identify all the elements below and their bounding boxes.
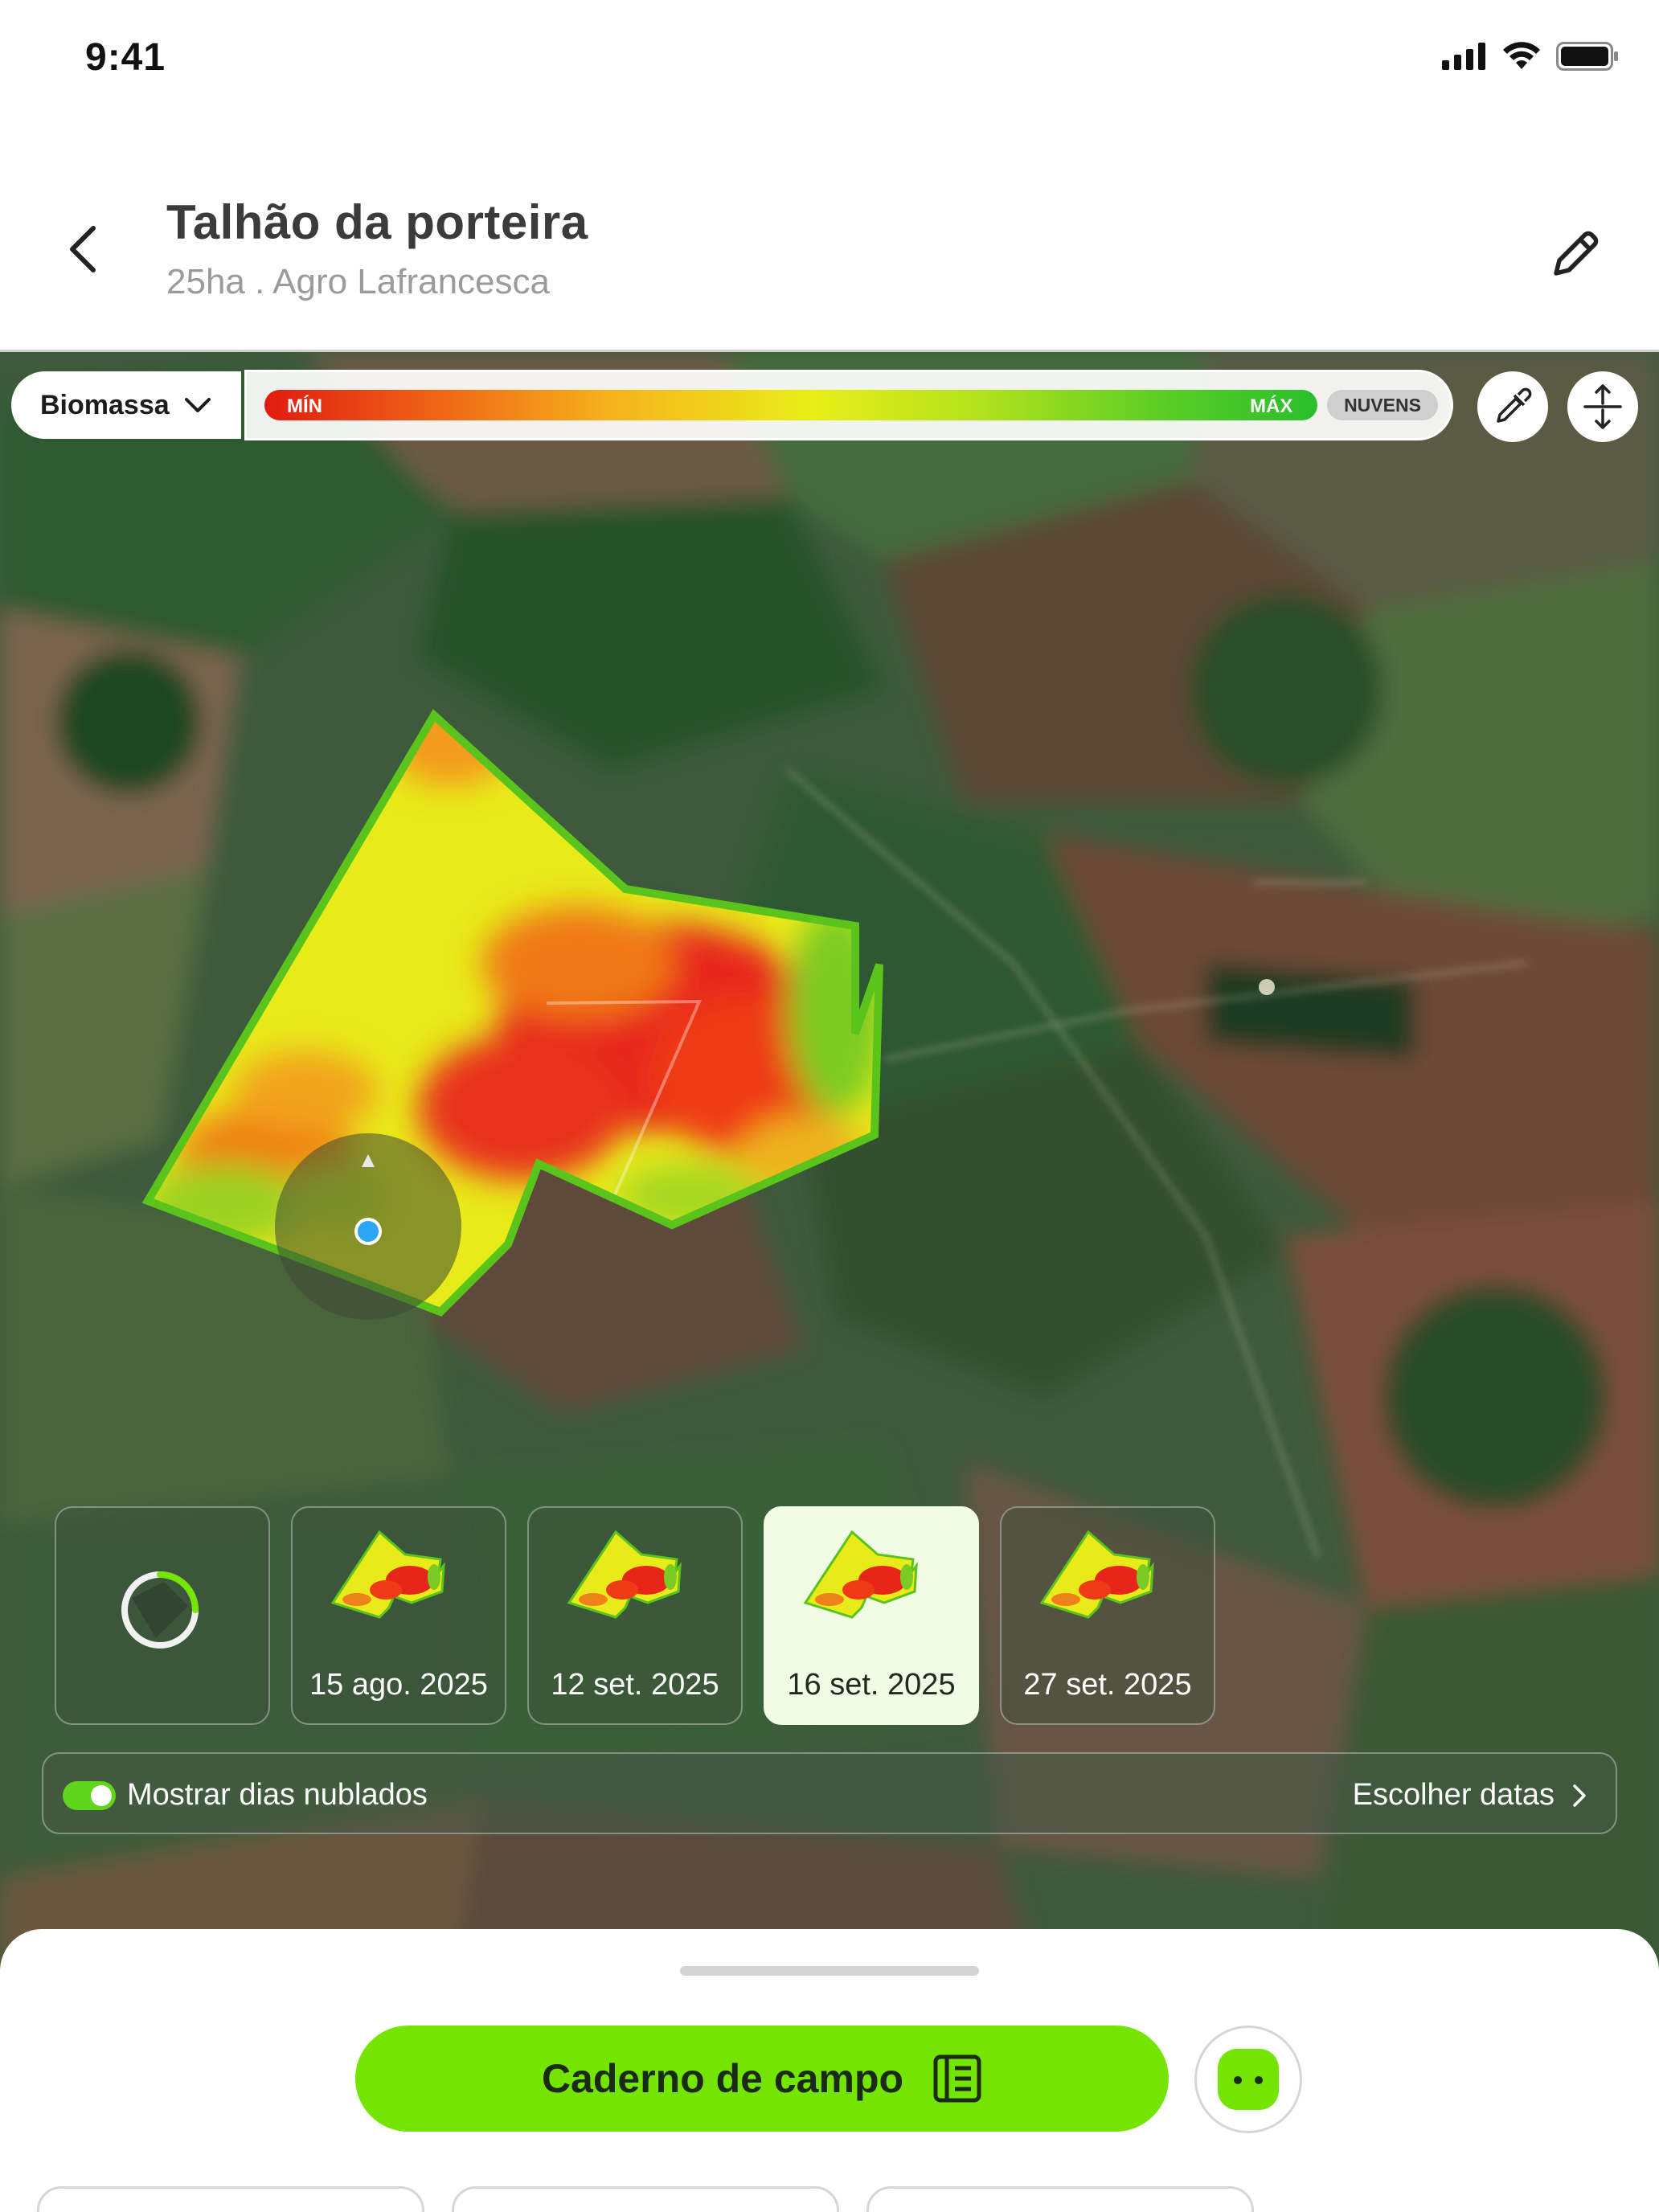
date-card-loading[interactable]	[55, 1506, 270, 1725]
chevron-down-icon	[184, 398, 211, 412]
assistant-bot-icon	[1218, 2049, 1279, 2110]
date-label: 16 set. 2025	[787, 1668, 956, 1702]
eyedropper-icon	[1497, 387, 1532, 423]
date-label: 15 ago. 2025	[309, 1668, 488, 1702]
notebook-icon	[933, 2054, 981, 2103]
cloudy-days-bar: Mostrar dias nublados Escolher datas	[42, 1752, 1617, 1834]
status-time: 9:41	[85, 36, 166, 79]
date-card[interactable]: 12 set. 2025	[527, 1506, 743, 1725]
cloudy-days-label: Mostrar dias nublados	[127, 1778, 428, 1812]
user-location-marker	[275, 1133, 461, 1320]
field-notebook-button[interactable]: Caderno de campo	[355, 2026, 1169, 2132]
cellular-signal-icon	[1442, 43, 1485, 70]
bottom-sheet: Caderno de campo	[0, 1929, 1659, 2212]
pencil-icon	[1554, 231, 1599, 276]
legend-min-label: MÍN	[287, 395, 322, 417]
loading-spinner-icon	[121, 1571, 199, 1649]
choose-dates-label: Escolher datas	[1352, 1778, 1555, 1812]
field-biomass-overlay[interactable]	[0, 352, 1659, 1992]
date-card[interactable]: 27 set. 2025	[1000, 1506, 1215, 1725]
status-bar: 9:41	[0, 0, 1659, 121]
assistant-button[interactable]	[1194, 2026, 1302, 2133]
date-carousel: 15 ago. 2025 12 set. 2025 16 set. 2025 2…	[55, 1506, 1215, 1725]
edit-button[interactable]	[1540, 217, 1612, 289]
field-thumbnail-icon	[1039, 1530, 1154, 1619]
page-header: Talhão da porteira 25ha . Agro Lafrances…	[0, 121, 1659, 352]
field-thumbnail-icon	[567, 1530, 682, 1619]
legend-clouds-badge: NUVENS	[1327, 390, 1438, 420]
chevron-right-icon	[1573, 1784, 1586, 1807]
sheet-card[interactable]	[452, 2186, 839, 2212]
choose-dates-link[interactable]: Escolher datas	[1353, 1778, 1587, 1813]
back-button[interactable]	[56, 217, 108, 281]
page-title: Talhão da porteira	[166, 195, 588, 249]
layer-selector[interactable]: Biomassa	[11, 371, 241, 439]
biomass-legend: MÍN MÁX NUVENS	[244, 370, 1453, 440]
legend-max-label: MÁX	[1250, 395, 1293, 417]
expand-vertical-icon	[1583, 384, 1622, 429]
date-card-selected[interactable]: 16 set. 2025	[764, 1506, 979, 1725]
sheet-card[interactable]	[37, 2186, 424, 2212]
toggle-knob	[91, 1785, 112, 1806]
layer-selector-label: Biomassa	[40, 389, 170, 420]
date-label: 12 set. 2025	[551, 1668, 719, 1702]
compare-height-button[interactable]	[1567, 371, 1638, 442]
sampling-tool-button[interactable]	[1477, 371, 1548, 442]
field-notebook-label: Caderno de campo	[541, 2056, 904, 2101]
date-card[interactable]: 15 ago. 2025	[291, 1506, 506, 1725]
field-thumbnail-icon	[803, 1530, 918, 1619]
legend-gradient	[264, 390, 1317, 420]
date-label: 27 set. 2025	[1023, 1668, 1192, 1702]
satellite-map[interactable]: Biomassa MÍN MÁX NUVENS 15 ago. 2025 12 …	[0, 352, 1659, 1992]
field-thumbnail-icon	[330, 1530, 445, 1619]
sheet-card[interactable]	[866, 2186, 1254, 2212]
page-subtitle: 25ha . Agro Lafrancesca	[166, 262, 550, 301]
cloudy-days-toggle[interactable]	[63, 1781, 116, 1810]
chevron-left-icon	[70, 226, 96, 272]
status-icons	[1442, 42, 1619, 71]
wifi-icon	[1503, 42, 1540, 69]
battery-icon	[1556, 42, 1618, 71]
sheet-drag-handle[interactable]	[680, 1966, 979, 1976]
